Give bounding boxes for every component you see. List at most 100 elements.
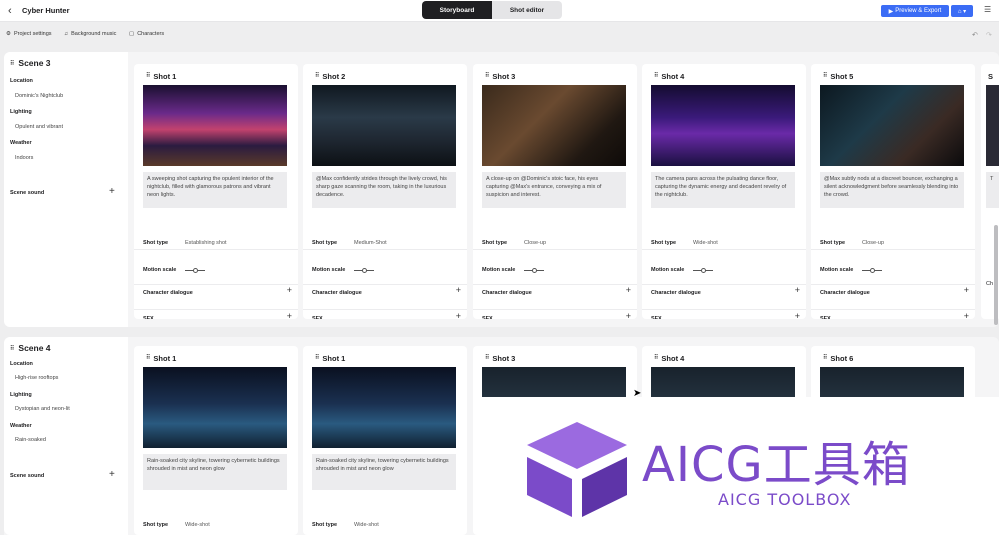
weather-value[interactable]: Indoors: [15, 155, 33, 161]
drag-handle-icon[interactable]: ⠿: [485, 354, 489, 363]
redo-icon[interactable]: ↷: [986, 31, 992, 39]
motion-scale-slider[interactable]: [862, 267, 882, 273]
motion-scale-slider[interactable]: [524, 267, 544, 273]
drag-handle-icon[interactable]: ⠿: [823, 354, 827, 363]
back-chevron-icon[interactable]: ‹: [8, 5, 12, 17]
motion-scale-row: Motion scale: [143, 267, 289, 273]
shot-description[interactable]: @Max confidently strides through the liv…: [312, 172, 456, 208]
shot-title-text: Shot 3: [492, 72, 516, 81]
add-dialogue-icon[interactable]: +: [287, 285, 292, 295]
add-scene-sound-icon[interactable]: +: [109, 186, 115, 197]
motion-scale-slider[interactable]: [354, 267, 374, 273]
shot-image[interactable]: [820, 85, 964, 166]
preview-export-button[interactable]: ▶ Preview & Export: [881, 5, 949, 17]
motion-scale-slider[interactable]: [185, 267, 205, 273]
add-sfx-icon[interactable]: +: [795, 311, 800, 319]
shot-image[interactable]: [143, 367, 287, 448]
shot-image[interactable]: [312, 367, 456, 448]
slider-knob[interactable]: [532, 267, 537, 273]
shot-type-value[interactable]: Wide-shot: [693, 240, 718, 246]
add-sfx-icon[interactable]: +: [456, 311, 461, 319]
shot-description[interactable]: A sweeping shot capturing the opulent in…: [143, 172, 287, 208]
shot-description[interactable]: @Max subtly nods at a discreet bouncer, …: [820, 172, 964, 208]
drag-handle-icon[interactable]: ⠿: [10, 345, 14, 352]
motion-scale-label: Motion scale: [651, 267, 685, 273]
character-dialogue-row: Character dialogue: [143, 290, 289, 296]
shot-description[interactable]: Rain-soaked city skyline, towering cyber…: [312, 454, 456, 490]
tab-storyboard[interactable]: Storyboard: [422, 1, 492, 19]
slider-knob[interactable]: [870, 267, 875, 273]
add-sfx-icon[interactable]: +: [287, 311, 292, 319]
add-dialogue-icon[interactable]: +: [626, 285, 631, 295]
undo-icon[interactable]: ↶: [972, 31, 978, 39]
shot-description[interactable]: Rain-soaked city skyline, towering cyber…: [143, 454, 287, 490]
shot-title-text: Shot 2: [322, 72, 346, 81]
shot-type-value[interactable]: Close-up: [862, 240, 884, 246]
row-divider: [134, 284, 298, 285]
add-sfx-icon[interactable]: +: [626, 311, 631, 319]
shot-image[interactable]: [986, 85, 999, 166]
motion-scale-row: Motion scale: [482, 267, 628, 273]
project-toolbar: ⚙ Project settings ♫ Background music ▢ …: [0, 28, 999, 42]
location-value[interactable]: Dominic's Nightclub: [15, 93, 63, 99]
project-settings-button[interactable]: ⚙ Project settings: [6, 31, 52, 37]
scene-title-text: Scene 3: [18, 58, 51, 68]
motion-scale-label: Motion scale: [312, 267, 346, 273]
scene-scrollbar[interactable]: [994, 225, 998, 325]
shot-type-value[interactable]: Medium-Shot: [354, 240, 387, 246]
add-dialogue-icon[interactable]: +: [456, 285, 461, 295]
characters-button[interactable]: ▢ Characters: [129, 31, 164, 37]
shot-title: ⠿ Shot 1: [146, 354, 176, 363]
drag-handle-icon[interactable]: ⠿: [823, 72, 827, 81]
lighting-value[interactable]: Opulent and vibrant: [15, 124, 63, 130]
shot-description[interactable]: T: [986, 172, 999, 208]
shot-type-value[interactable]: Close-up: [524, 240, 546, 246]
account-button[interactable]: ⌂ ▾: [951, 5, 973, 17]
scene-settings-panel: ⠿ Scene 4 Location High-rise rooftops Li…: [4, 337, 128, 535]
drag-handle-icon[interactable]: ⠿: [654, 354, 658, 363]
character-dialogue-row: Character dialogue: [820, 290, 966, 296]
add-dialogue-icon[interactable]: +: [795, 285, 800, 295]
row-divider: [473, 249, 637, 250]
background-music-button[interactable]: ♫ Background music: [64, 31, 116, 37]
shot-type-value[interactable]: Establishing shot: [185, 240, 227, 246]
tab-shot-editor[interactable]: Shot editor: [492, 1, 562, 19]
drag-handle-icon[interactable]: ⠿: [10, 60, 14, 67]
drag-handle-icon[interactable]: ⠿: [146, 354, 150, 363]
slider-knob[interactable]: [701, 267, 706, 273]
shot-image[interactable]: [651, 85, 795, 166]
drag-handle-icon[interactable]: ⠿: [315, 72, 319, 81]
lighting-value[interactable]: Dystopian and neon-lit: [15, 406, 70, 412]
slider-knob[interactable]: [362, 267, 367, 273]
motion-scale-slider[interactable]: [693, 267, 713, 273]
slider-knob[interactable]: [193, 267, 198, 273]
drag-handle-icon[interactable]: ⠿: [654, 72, 658, 81]
shot-image[interactable]: [482, 85, 626, 166]
add-dialogue-icon[interactable]: +: [964, 285, 969, 295]
sfx-row: SFX: [143, 316, 289, 319]
music-note-icon: ♫: [64, 31, 69, 37]
row-divider: [811, 284, 975, 285]
hamburger-menu-icon[interactable]: ☰: [984, 5, 991, 14]
drag-handle-icon[interactable]: ⠿: [485, 72, 489, 81]
weather-value[interactable]: Rain-soaked: [15, 437, 46, 443]
character-dialogue-label: Character dialogue: [312, 290, 362, 296]
character-dialogue-label: Character dialogue: [651, 290, 701, 296]
shot-type-row: Shot type Wide-shot: [312, 522, 458, 528]
shot-description[interactable]: The camera pans across the pulsating dan…: [651, 172, 795, 208]
location-value[interactable]: High-rise rooftops: [15, 375, 58, 381]
shot-image[interactable]: [312, 85, 456, 166]
drag-handle-icon[interactable]: ⠿: [315, 354, 319, 363]
drag-handle-icon[interactable]: ⠿: [146, 72, 150, 81]
characters-icon: ▢: [129, 31, 135, 37]
sfx-label: SFX: [820, 316, 831, 319]
shot-type-value[interactable]: Wide-shot: [185, 522, 210, 528]
shot-title-text: Shot 1: [322, 354, 346, 363]
row-divider: [811, 249, 975, 250]
shot-description[interactable]: A close-up on @Dominic's stoic face, his…: [482, 172, 626, 208]
shot-type-value[interactable]: Wide-shot: [354, 522, 379, 528]
shot-title: ⠿ Shot 3: [485, 72, 515, 81]
add-sfx-icon[interactable]: +: [964, 311, 969, 319]
add-scene-sound-icon[interactable]: +: [109, 469, 115, 480]
shot-image[interactable]: [143, 85, 287, 166]
